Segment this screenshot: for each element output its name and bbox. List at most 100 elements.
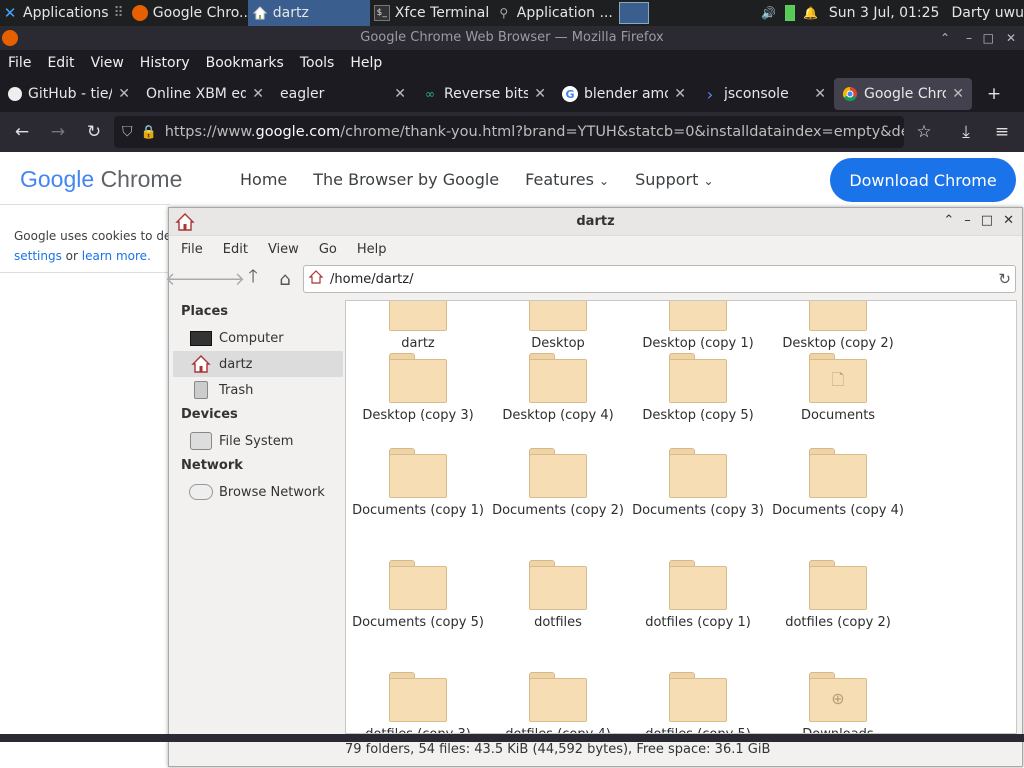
minimize-icon[interactable]: –	[964, 213, 971, 228]
nav-features[interactable]: Features ⌄	[525, 170, 609, 189]
tab-close-icon[interactable]: ✕	[252, 86, 264, 102]
devices-header: Devices	[181, 407, 238, 422]
folder-item[interactable]: dotfiles (copy 4)	[488, 672, 628, 733]
tab-eagler[interactable]: eagler ✕	[272, 76, 414, 112]
shield-icon[interactable]: ⛉	[122, 124, 133, 140]
folder-label: Documents (copy 5)	[352, 615, 484, 630]
menu-tools[interactable]: Tools	[292, 55, 343, 71]
menu-history[interactable]: History	[132, 55, 198, 71]
applications-menu-button[interactable]: ✕ Applications ⠿	[0, 0, 128, 26]
google-icon: G	[562, 86, 578, 102]
location-bar[interactable]: /home/dartz/ ↻	[303, 265, 1016, 293]
minimize-icon[interactable]: –	[966, 26, 972, 50]
lock-icon[interactable]: 🔒	[141, 125, 157, 140]
tab-close-icon[interactable]: ✕	[952, 86, 964, 102]
folder-item[interactable]: Desktop (copy 4)	[488, 353, 628, 424]
folder-item[interactable]: Documents (copy 5)	[348, 560, 488, 631]
tab-close-icon[interactable]: ✕	[534, 86, 546, 102]
folder-item[interactable]: Documents (copy 1)	[348, 448, 488, 519]
close-icon[interactable]: ✕	[1003, 213, 1014, 228]
sidebar-item-file-system[interactable]: File System	[173, 428, 343, 454]
folder-item[interactable]: Desktop (copy 3)	[348, 353, 488, 424]
menu-file[interactable]: File	[169, 242, 211, 257]
folder-item[interactable]: Documents (copy 4)	[768, 448, 908, 519]
bookmark-star-icon[interactable]: ☆	[908, 116, 940, 148]
panel-user[interactable]: Darty uwu	[951, 5, 1024, 21]
download-chrome-button[interactable]: Download Chrome	[830, 158, 1016, 202]
folder-item[interactable]: Desktop (copy 2)	[768, 301, 908, 352]
tab-xbm-editor[interactable]: Online XBM edi ✕	[138, 76, 272, 112]
menu-view[interactable]: View	[256, 242, 307, 257]
folder-item[interactable]: Desktop	[488, 301, 628, 352]
folder-item[interactable]: dotfiles (copy 2)	[768, 560, 908, 631]
maximize-icon[interactable]: □	[981, 213, 993, 228]
taskbar-item-appfinder[interactable]: ⚲ Application ...	[492, 0, 614, 26]
forward-arrow-icon[interactable]: →	[42, 116, 74, 148]
up-arrow-icon[interactable]: 🡑	[239, 265, 267, 293]
tab-close-icon[interactable]: ✕	[118, 86, 130, 102]
maximize-icon[interactable]: □	[983, 26, 994, 50]
tab-jsconsole[interactable]: › jsconsole ✕	[694, 76, 834, 112]
tab-google-chrome[interactable]: Google Chro ✕	[834, 78, 972, 110]
tab-close-icon[interactable]: ✕	[394, 86, 406, 102]
folder-item[interactable]: Desktop (copy 5)	[628, 353, 768, 424]
sidebar-item-browse-network[interactable]: Browse Network	[173, 479, 343, 505]
home-icon[interactable]: ⌂	[271, 265, 299, 293]
folder-item[interactable]: dotfiles (copy 1)	[628, 560, 768, 631]
taskbar-item-thunar[interactable]: dartz	[247, 0, 370, 26]
sidebar-item-dartz[interactable]: dartz	[173, 351, 343, 377]
notification-bell-icon[interactable]: 🔔	[803, 5, 819, 21]
download-emblem-icon: ⊕	[831, 689, 845, 708]
menu-file[interactable]: File	[0, 55, 39, 71]
tab-reverse-bits[interactable]: ∞ Reverse bits ✕	[414, 76, 554, 112]
taskbar-item-firefox[interactable]: Google Chro...	[128, 0, 248, 26]
close-icon[interactable]: ✕	[1006, 26, 1016, 50]
maximize-up-icon[interactable]: ⌃	[940, 26, 950, 50]
hamburger-menu-icon[interactable]: ≡	[986, 116, 1018, 148]
new-tab-icon[interactable]: +	[978, 78, 1010, 110]
folder-item[interactable]: 🗋 Documents	[768, 353, 908, 424]
folder-item[interactable]: ⊕ Downloads	[768, 672, 908, 733]
url-bar[interactable]: ⛉ 🔒 https://www.google.com/chrome/thank-…	[114, 116, 904, 148]
sidebar-item-trash[interactable]: Trash	[173, 377, 343, 403]
tab-close-icon[interactable]: ✕	[674, 86, 686, 102]
menu-view[interactable]: View	[83, 55, 132, 71]
folder-item[interactable]: dartz	[348, 301, 488, 352]
tab-github[interactable]: GitHub - tie/ ✕	[0, 76, 138, 112]
folder-item[interactable]: dotfiles (copy 5)	[628, 672, 768, 733]
back-arrow-icon[interactable]: ←	[6, 116, 38, 148]
menu-bookmarks[interactable]: Bookmarks	[198, 55, 292, 71]
cookie-settings-link[interactable]: settings	[14, 249, 62, 263]
folder-item[interactable]: Desktop (copy 1)	[628, 301, 768, 352]
learn-more-link[interactable]: learn more.	[82, 249, 151, 263]
file-icon-view[interactable]: dartz Desktop Desktop (copy 1) Desktop (cop…	[345, 300, 1017, 734]
nav-home[interactable]: Home	[240, 170, 287, 189]
panel-clock[interactable]: Sun 3 Jul, 01:25	[829, 5, 940, 21]
nav-support[interactable]: Support ⌄	[635, 170, 713, 189]
reload-icon[interactable]: ↻	[78, 116, 110, 148]
folder-item[interactable]: Documents (copy 3)	[628, 448, 768, 519]
sidebar-item-computer[interactable]: Computer	[173, 325, 343, 351]
forward-arrow-icon[interactable]: 🡒	[197, 265, 245, 293]
shade-icon[interactable]: ⌃	[943, 213, 954, 228]
url-text: https://www.google.com/chrome/thank-you.…	[164, 124, 904, 140]
menu-edit[interactable]: Edit	[211, 242, 256, 257]
tab-blender[interactable]: G blender amo ✕	[554, 76, 694, 112]
battery-icon[interactable]	[784, 5, 795, 21]
taskbar-item-terminal[interactable]: $_ Xfce Terminal	[370, 0, 492, 26]
menu-edit[interactable]: Edit	[39, 55, 82, 71]
tab-close-icon[interactable]: ✕	[814, 86, 826, 102]
folder-item[interactable]: Documents (copy 2)	[488, 448, 628, 519]
menu-help[interactable]: Help	[345, 242, 395, 257]
workspace-switcher[interactable]	[614, 0, 654, 26]
volume-icon[interactable]: 🔊	[761, 5, 777, 21]
nav-browser-by-google[interactable]: The Browser by Google	[313, 170, 499, 189]
folder-item[interactable]: dotfiles (copy 3)	[348, 672, 488, 733]
google-chrome-logo[interactable]: Google Chrome	[20, 166, 182, 193]
menu-help[interactable]: Help	[342, 55, 390, 71]
downloads-icon[interactable]: ⤓	[950, 116, 982, 148]
thunar-titlebar[interactable]: dartz ⌃ – □ ✕	[169, 208, 1022, 236]
menu-go[interactable]: Go	[307, 242, 345, 257]
reload-icon[interactable]: ↻	[998, 270, 1011, 288]
folder-item[interactable]: dotfiles	[488, 560, 628, 631]
